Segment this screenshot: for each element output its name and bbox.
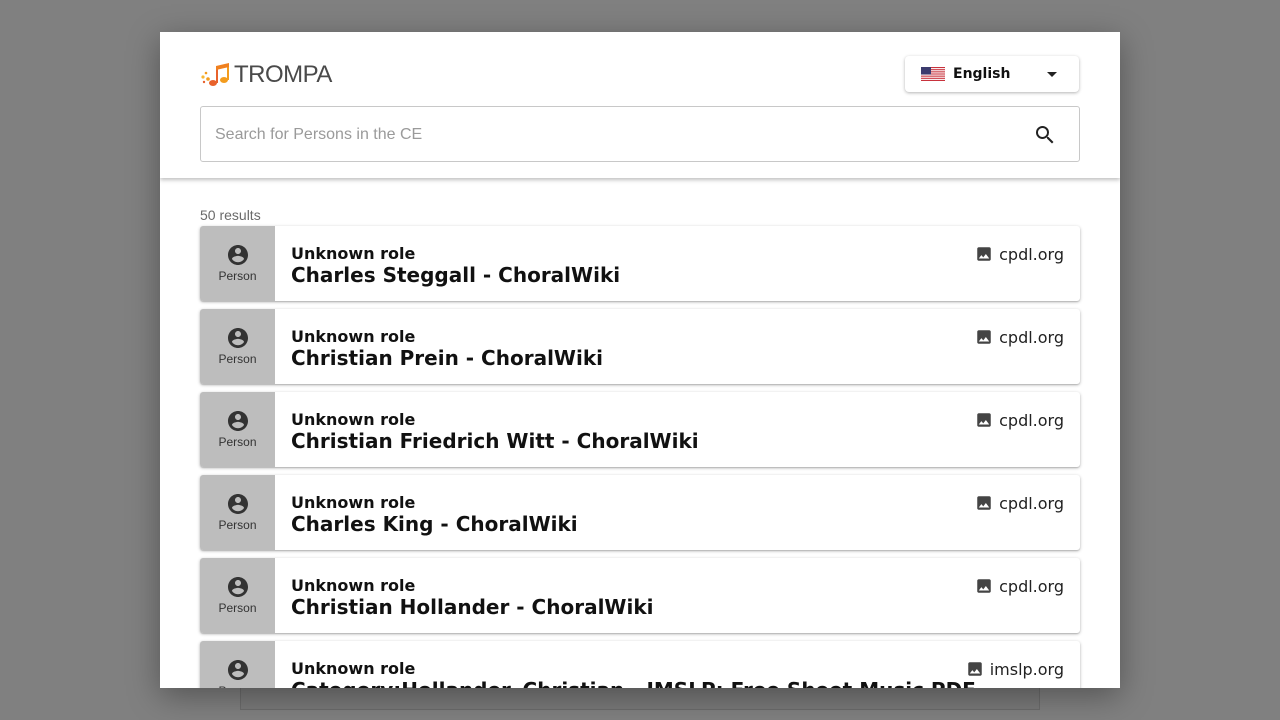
result-type-label: Person <box>218 435 257 449</box>
result-title[interactable]: Charles King - ChoralWiki <box>291 512 578 536</box>
result-role: Unknown role <box>291 576 416 595</box>
image-icon <box>977 496 991 510</box>
music-note-logo-icon <box>201 63 229 86</box>
person-icon <box>228 577 248 597</box>
search-box <box>200 106 1080 163</box>
result-type-block: Person <box>200 641 275 688</box>
result-source-label: cpdl.org <box>999 327 1064 347</box>
result-source-label: imslp.org <box>989 659 1064 679</box>
modal-header: TROMPA English <box>160 32 1120 178</box>
image-icon <box>977 330 991 344</box>
result-source-label: cpdl.org <box>999 576 1064 596</box>
logo-text: TROMPA <box>234 61 332 88</box>
image-icon <box>977 413 991 427</box>
result-source-label: cpdl.org <box>999 410 1064 430</box>
language-label: English <box>953 66 1011 82</box>
result-title[interactable]: Christian Hollander - ChoralWiki <box>291 595 654 619</box>
person-icon <box>228 328 248 348</box>
result-list: Person Unknown role Charles Steggall - Cho… <box>200 226 1080 688</box>
result-role: Unknown role <box>291 410 416 429</box>
result-source[interactable]: cpdl.org <box>975 244 1064 264</box>
result-type-label: Person <box>218 518 257 532</box>
result-type-block: Person <box>200 226 275 301</box>
result-card[interactable]: Person Unknown role Christian Friedrich Wi… <box>200 392 1080 467</box>
result-card[interactable]: Person Unknown roleCategory:Hollander, Ch… <box>200 641 1080 688</box>
result-type-block: Person <box>200 309 275 384</box>
result-role: Unknown role <box>291 493 416 512</box>
result-type-block: Person <box>200 558 275 633</box>
result-type-block: Person <box>200 392 275 467</box>
result-source-label: cpdl.org <box>999 493 1064 513</box>
result-title[interactable]: Charles Steggall - ChoralWiki <box>291 263 620 287</box>
result-card[interactable]: Person Unknown role Charles Steggall - Cho… <box>200 226 1080 301</box>
language-select[interactable]: English <box>905 56 1079 92</box>
result-source[interactable]: imslp.org <box>966 659 1064 679</box>
result-title[interactable]: Category:Hollander, Christian - IMSLP: F… <box>291 678 976 688</box>
result-card[interactable]: Person Unknown role Charles King - ChoralW… <box>200 475 1080 550</box>
result-source[interactable]: cpdl.org <box>975 493 1064 513</box>
result-source[interactable]: cpdl.org <box>975 327 1064 347</box>
trompa-logo: TROMPA <box>200 60 332 90</box>
result-source-label: cpdl.org <box>999 244 1064 264</box>
person-icon <box>228 245 248 265</box>
result-type-label: Person <box>218 352 257 366</box>
image-icon <box>977 579 991 593</box>
results-area: 50 results Person Unknown role Charles Ste… <box>160 178 1120 688</box>
person-icon <box>228 411 248 431</box>
result-type-label: Person <box>218 601 257 615</box>
result-type-block: Person <box>200 475 275 550</box>
result-source[interactable]: cpdl.org <box>975 410 1064 430</box>
result-title[interactable]: Christian Friedrich Witt - ChoralWiki <box>291 429 699 453</box>
search-modal: TROMPA English 50 result <box>160 32 1120 688</box>
chevron-down-icon <box>1047 72 1057 77</box>
result-title[interactable]: Christian Prein - ChoralWiki <box>291 346 603 370</box>
search-icon[interactable] <box>1033 123 1057 147</box>
result-role: Unknown role <box>291 659 416 678</box>
result-card[interactable]: Person Unknown role Christian Hollander - … <box>200 558 1080 633</box>
result-type-label: Person <box>218 269 257 283</box>
search-input[interactable] <box>213 107 1017 163</box>
us-flag-icon <box>921 67 945 81</box>
person-icon <box>228 660 248 680</box>
result-role: Unknown role <box>291 327 416 346</box>
image-icon <box>977 247 991 261</box>
person-icon <box>228 494 248 514</box>
image-icon <box>967 662 982 676</box>
result-type-label: Person <box>200 684 275 688</box>
result-source[interactable]: cpdl.org <box>975 576 1064 596</box>
result-card[interactable]: Person Unknown role Christian Prein - Chor… <box>200 309 1080 384</box>
result-role: Unknown role <box>291 244 416 263</box>
results-count: 50 results <box>200 207 261 223</box>
